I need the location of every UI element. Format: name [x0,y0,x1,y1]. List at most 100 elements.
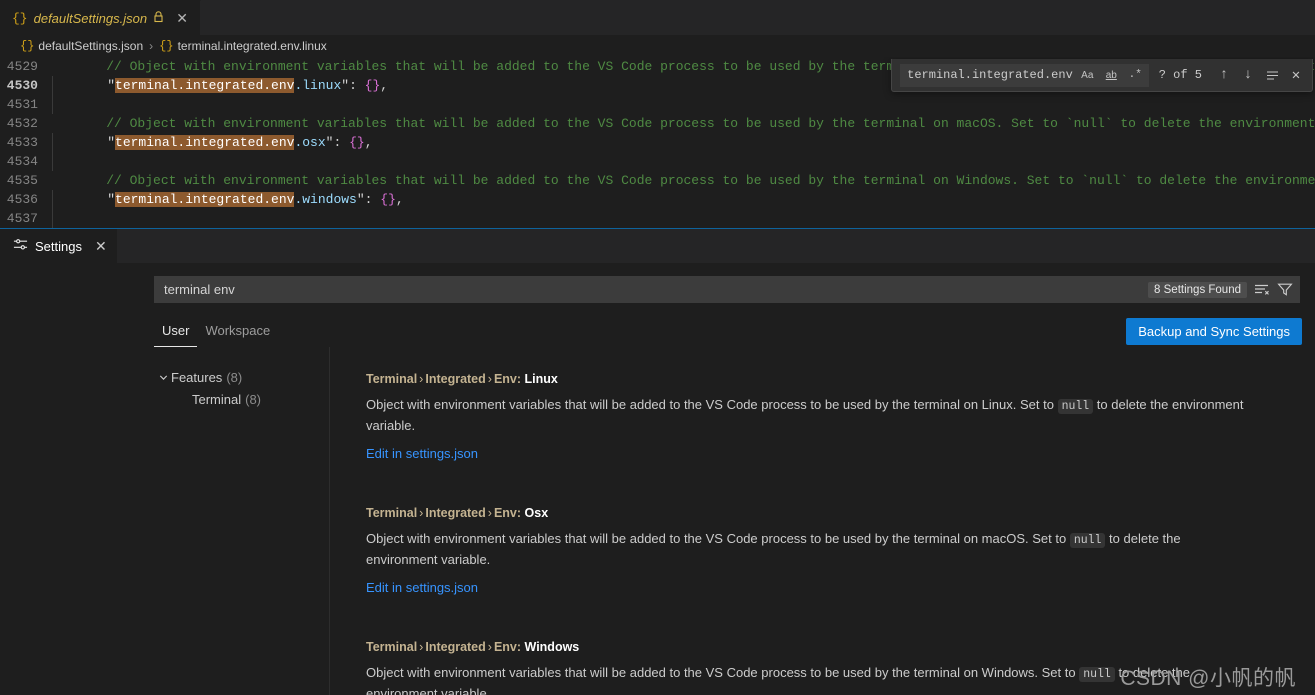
line-number: 4533 [6,135,38,150]
line-number: 4532 [6,116,38,131]
setting-name: Linux [524,372,558,386]
backup-and-sync-settings-button[interactable]: Backup and Sync Settings [1126,318,1302,345]
setting-name: Windows [524,640,580,654]
setting-category: Terminal [366,372,418,386]
code-token: , [380,78,389,93]
toc-item-label: Terminal [192,391,242,407]
code-token: , [395,192,404,207]
tab-label: defaultSettings.json [33,10,148,26]
json-braces-icon: {} [12,10,28,26]
line-number: 4530 [6,78,38,93]
settings-sliders-icon [13,237,28,255]
code-line-text: "terminal.integrated.env.osx": {}, [53,133,373,152]
code-line-text: "terminal.integrated.env.windows": {}, [53,190,404,209]
chevron-right-icon: › [487,372,492,386]
chevron-down-icon[interactable] [155,372,171,383]
lock-icon [153,11,164,25]
toc-item-terminal[interactable]: Terminal (8) [155,388,329,410]
code-token: {} [380,192,396,207]
setting-description: Object with environment variables that w… [366,395,1246,435]
tab-defaultsettings-json[interactable]: {} defaultSettings.json ✕ [0,0,202,35]
edit-in-settings-json-link[interactable]: Edit in settings.json [366,580,478,595]
code-line-text: // Object with environment variables tha… [52,114,1315,133]
code-token: " [76,78,116,93]
tab-bar-empty-space [201,0,1315,35]
regex-icon[interactable]: .* [1126,66,1145,85]
settings-tab-bar: Settings ✕ [0,229,1315,263]
code-line: 4536 "terminal.integrated.env.windows": … [0,190,1315,209]
settings-editor-group: Settings ✕ terminal env 8 Settings Found [0,228,1315,695]
settings-scope-tab-workspace[interactable]: Workspace [197,323,278,347]
filter-icon[interactable] [1276,281,1293,298]
settings-body: terminal env 8 Settings Found User Works… [0,263,1315,695]
chevron-right-icon: › [487,506,492,520]
setting-group: Env: [493,506,525,520]
close-icon[interactable]: ✕ [1286,65,1306,85]
close-icon[interactable]: ✕ [95,239,107,253]
settings-list: Terminal › Integrated › Env: Linux Object wit… [330,347,1315,695]
setting-category: Terminal [366,640,418,654]
vscode-window: {} defaultSettings.json ✕ {} defaultSett… [0,0,1315,695]
code-token: {} [364,78,381,93]
find-in-selection-icon[interactable] [1262,65,1282,85]
code-token: ": [356,192,381,207]
settings-content: Features (8) Terminal (8) Terminal › Integrat… [0,347,1315,695]
code-token: " [76,192,116,207]
line-number: 4534 [6,154,38,169]
breadcrumb-file[interactable]: defaultSettings.json [38,39,143,53]
setting-description-part: Object with environment variables that w… [366,665,1080,680]
search-input-value: terminal env [164,282,235,297]
whole-word-icon[interactable]: ab [1102,66,1121,85]
match-case-icon[interactable]: Aa [1078,66,1097,85]
json-braces-icon: {} [20,39,35,53]
settings-scope-tab-user[interactable]: User [154,323,198,347]
close-icon[interactable]: ✕ [174,11,190,25]
arrow-up-icon[interactable]: ↑ [1214,65,1234,85]
find-match-count: ? of 5 [1158,68,1202,82]
line-number: 4536 [6,192,38,207]
setting-item: Terminal › Integrated › Env: Linux Object wit… [366,372,1315,463]
arrow-down-icon[interactable]: ↓ [1238,65,1258,85]
search-tools: 8 Settings Found [1148,281,1293,298]
setting-group: Env: [493,640,525,654]
code-token: .windows [294,192,357,207]
toc-item-count: (8) [245,391,262,407]
code-line: 4531 [0,95,1315,114]
setting-title: Terminal › Integrated › Env: Osx [366,506,1315,520]
edit-in-settings-json-link[interactable]: Edit in settings.json [366,446,478,461]
settings-scope-tabs: User Workspace [154,323,278,347]
line-number: 4531 [6,97,38,112]
find-input[interactable]: terminal.integrated.env Aa ab .* [900,63,1149,87]
setting-description-part: Object with environment variables that w… [366,397,1058,412]
code-token: .osx [294,135,326,150]
breadcrumb-symbol[interactable]: terminal.integrated.env.linux [178,39,327,53]
settings-tab-label: Settings [35,238,82,254]
breadcrumb-separator: › [149,39,154,53]
json-braces-icon: {} [159,39,174,53]
code-editor[interactable]: 4529 // Object with environment variable… [0,57,1315,228]
code-line-text: // Object with environment variables tha… [52,171,1315,190]
code-token: // Object with environment variables tha… [75,173,1315,188]
setting-name: Osx [524,506,549,520]
settings-search-row: terminal env 8 Settings Found [0,276,1315,303]
editor-tab-bar: {} defaultSettings.json ✕ [0,0,1315,35]
toc-item-features[interactable]: Features (8) [155,366,329,388]
setting-group: Env: [493,372,525,386]
code-token: // Object with environment variables tha… [75,116,1315,131]
search-settings-input[interactable]: terminal env 8 Settings Found [154,276,1300,303]
code-line: 4534 [0,152,1315,171]
code-line: 4537 [0,209,1315,228]
settings-table-of-contents: Features (8) Terminal (8) [0,347,330,695]
setting-description-code: null [1079,667,1115,682]
tab-settings[interactable]: Settings ✕ [0,229,117,263]
search-match-highlight: terminal.integrated.env [115,78,295,93]
setting-subcategory: Integrated [425,506,486,520]
setting-description-code: null [1069,533,1106,548]
chevron-right-icon: › [487,640,492,654]
code-token: , [364,135,373,150]
setting-description: Object with environment variables that w… [366,529,1246,569]
clear-search-results-icon[interactable] [1253,281,1270,298]
